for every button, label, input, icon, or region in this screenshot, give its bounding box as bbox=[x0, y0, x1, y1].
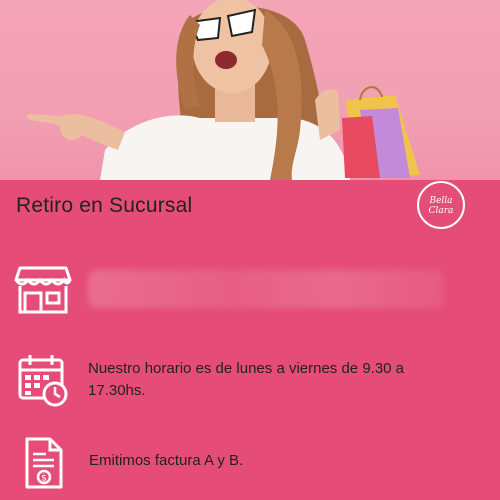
storefront-icon bbox=[14, 266, 72, 314]
address-redacted bbox=[88, 270, 444, 308]
svg-text:$: $ bbox=[41, 474, 47, 484]
hero-photo-illustration bbox=[27, 0, 420, 180]
schedule-line-2: 17.30hs. bbox=[88, 382, 146, 399]
brand-logo: Bella Clara bbox=[417, 181, 465, 229]
invoice-dollar-icon: $ bbox=[25, 437, 63, 489]
invoice-text: Emitimos factura A y B. bbox=[89, 452, 244, 469]
info-panel bbox=[0, 180, 500, 500]
hero-image bbox=[0, 0, 500, 180]
schedule-line-1: Nuestro horario es de lunes a viernes de… bbox=[88, 360, 405, 377]
brand-logo-text: Bella Clara bbox=[428, 196, 454, 216]
page-title: Retiro en Sucursal bbox=[16, 194, 193, 217]
schedule-text: Nuestro horario es de lunes a viernes de… bbox=[88, 358, 404, 402]
promo-screen: Retiro en Sucursal Bella Clara Nuestro h… bbox=[0, 0, 500, 500]
calendar-clock-icon bbox=[18, 355, 68, 407]
